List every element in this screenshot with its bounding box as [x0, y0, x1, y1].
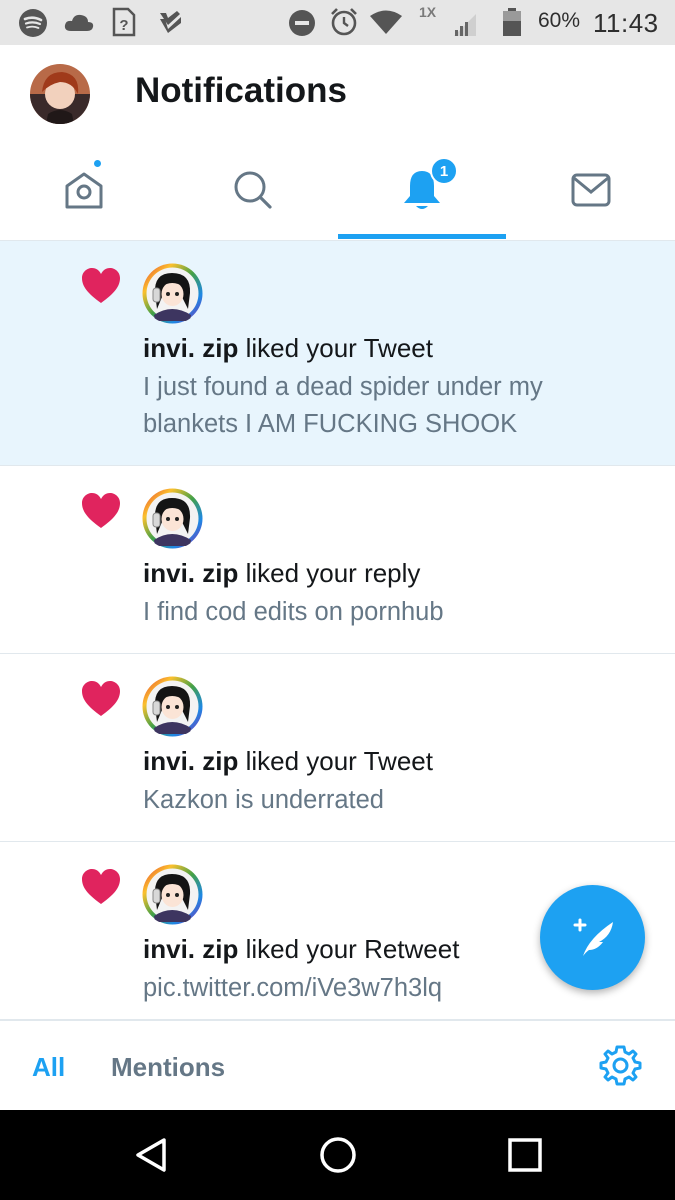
tweet-preview-text: Kazkon is underrated	[143, 786, 384, 814]
app-header: Notifications	[0, 45, 675, 140]
signal-icon	[454, 14, 476, 36]
compose-quill-icon	[573, 918, 613, 956]
tasks-icon	[160, 11, 181, 33]
wifi-icon	[370, 10, 402, 34]
profile-avatar[interactable]	[30, 64, 90, 124]
alarm-icon	[331, 8, 357, 36]
compose-tweet-button[interactable]	[540, 885, 645, 990]
user-avatar[interactable]	[142, 864, 203, 925]
tab-home[interactable]	[0, 140, 168, 240]
sim-unknown-icon: ?	[112, 7, 136, 37]
recents-icon[interactable]	[505, 1135, 545, 1175]
mail-icon	[571, 173, 611, 207]
user-name[interactable]: invi. zip	[143, 746, 238, 776]
notification-action: liked your reply	[238, 558, 421, 588]
user-name[interactable]: invi. zip	[143, 934, 238, 964]
settings-gear-icon[interactable]	[598, 1044, 642, 1088]
search-icon	[234, 171, 272, 209]
home-circle-icon[interactable]	[318, 1135, 358, 1175]
clock: 11:43	[593, 8, 659, 38]
notification-headline: invi. zip liked your Tweet	[143, 746, 433, 777]
filter-all[interactable]: All	[32, 1052, 65, 1083]
notification-count-badge: 1	[430, 157, 458, 185]
heart-icon	[81, 267, 121, 305]
spotify-icon	[19, 9, 47, 37]
notification-item[interactable]: invi. zip liked your reply I find cod edi…	[0, 466, 675, 654]
heart-icon	[81, 868, 121, 906]
tab-messages[interactable]	[507, 140, 675, 240]
tweet-preview-text: I find cod edits on pornhub	[143, 598, 444, 626]
tab-search[interactable]	[169, 140, 337, 240]
tweet-preview-text: I just found a dead spider under my blan…	[143, 373, 543, 438]
svg-text:?: ?	[119, 17, 128, 34]
network-type-label: 1X	[419, 4, 437, 20]
notification-filter-bar: All Mentions	[0, 1020, 675, 1110]
home-icon	[65, 172, 103, 209]
notification-action: liked your Tweet	[238, 333, 433, 363]
notification-headline: invi. zip liked your Tweet	[143, 333, 433, 364]
home-new-dot	[92, 158, 103, 169]
tab-bar: 1	[0, 140, 675, 241]
notification-action: liked your Tweet	[238, 746, 433, 776]
heart-icon	[81, 680, 121, 718]
user-avatar[interactable]	[142, 488, 203, 549]
cloud-icon	[64, 14, 94, 31]
notification-headline: invi. zip liked your Retweet	[143, 934, 459, 965]
battery-icon	[503, 8, 521, 36]
active-tab-indicator	[338, 234, 506, 239]
notification-action: liked your Retweet	[238, 934, 460, 964]
battery-percent: 60%	[538, 9, 581, 32]
status-bar: ? 1X 60% 11:43	[0, 0, 675, 45]
page-title: Notifications	[135, 71, 347, 110]
system-nav-bar	[0, 1110, 675, 1200]
user-name[interactable]: invi. zip	[143, 333, 238, 363]
notification-headline: invi. zip liked your reply	[143, 558, 420, 589]
heart-icon	[81, 492, 121, 530]
filter-mentions[interactable]: Mentions	[111, 1052, 225, 1083]
notification-item[interactable]: invi. zip liked your Tweet Kazkon is unde…	[0, 654, 675, 842]
tweet-preview-text: pic.twitter.com/iVe3w7h3lq	[143, 974, 443, 1002]
tab-notifications[interactable]: 1	[338, 140, 506, 240]
user-name[interactable]: invi. zip	[143, 558, 238, 588]
user-avatar[interactable]	[142, 676, 203, 737]
notification-item[interactable]: invi. zip liked your Tweet I just found a…	[0, 241, 675, 466]
do-not-disturb-icon	[289, 10, 315, 36]
back-icon[interactable]	[132, 1135, 172, 1175]
user-avatar[interactable]	[142, 263, 203, 324]
